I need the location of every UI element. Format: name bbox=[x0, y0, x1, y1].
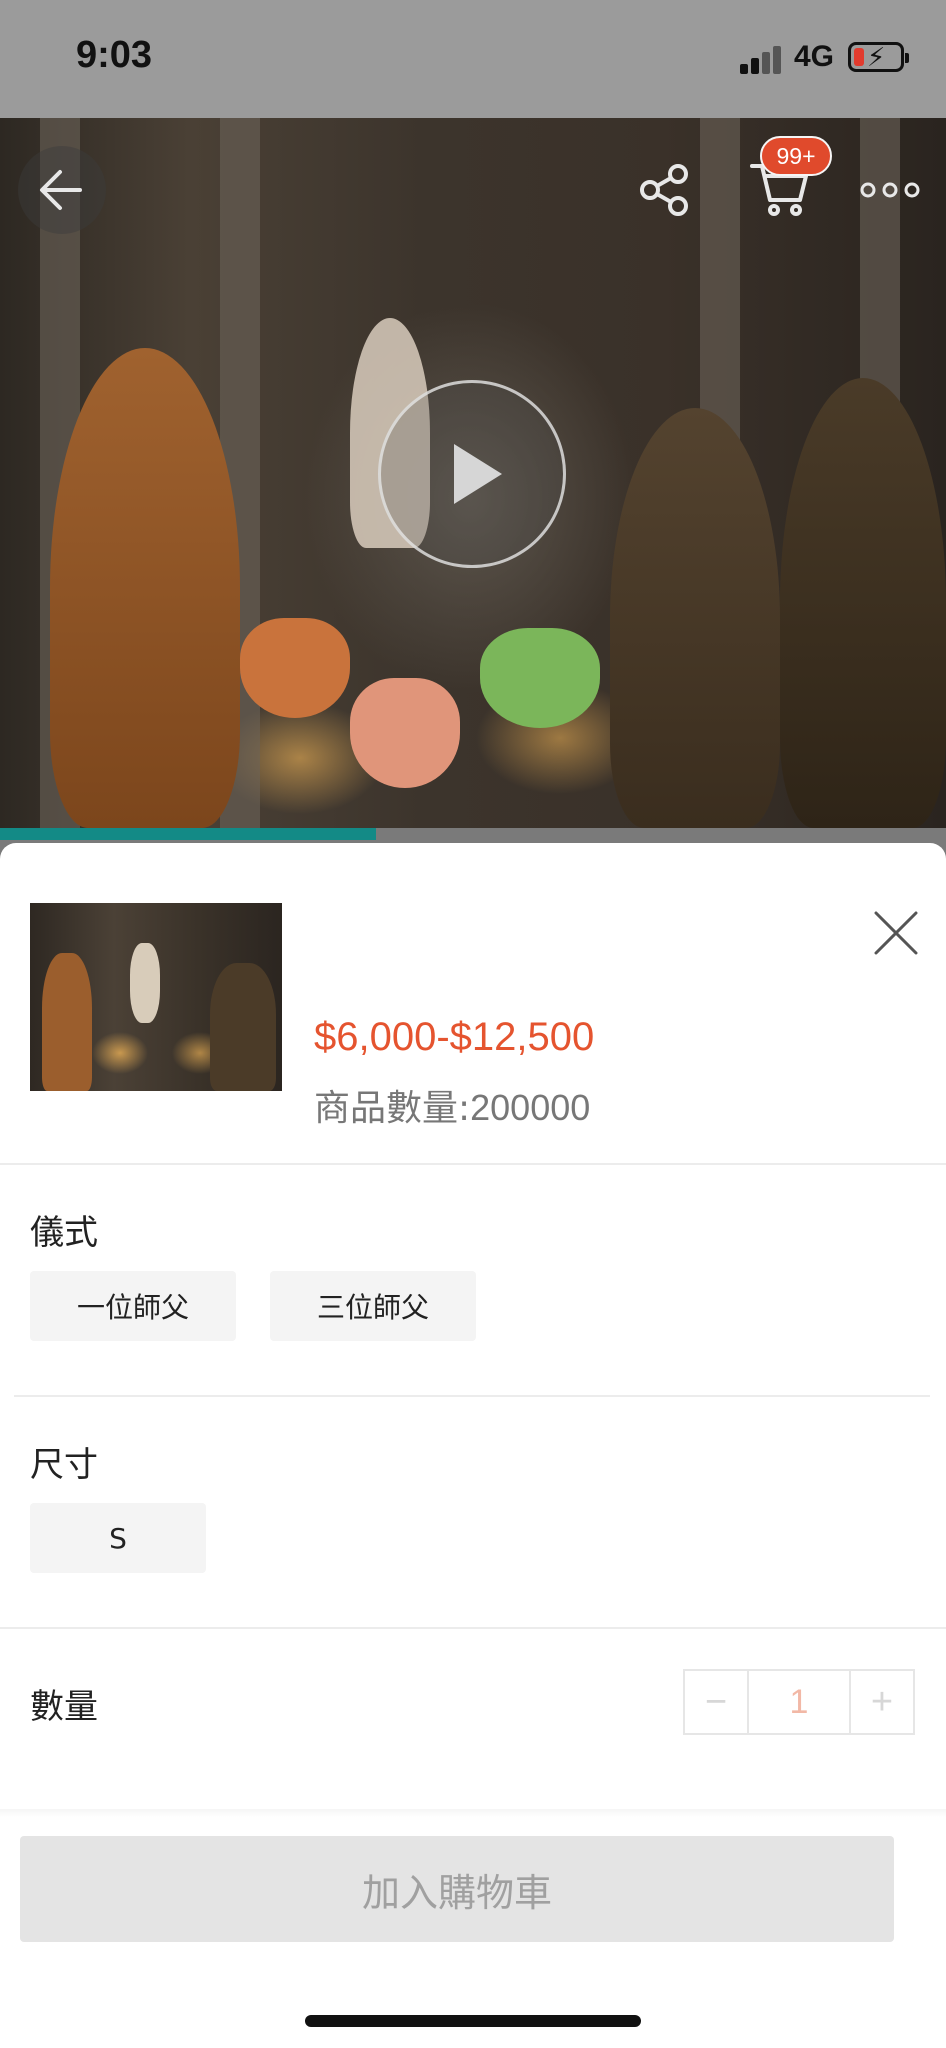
quantity-stepper: − 1 + bbox=[683, 1669, 915, 1735]
ritual-label: 儀式 bbox=[30, 1213, 98, 1253]
divider bbox=[14, 1395, 930, 1397]
price-range: $6,000-$12,500 bbox=[314, 1015, 595, 1059]
share-icon bbox=[640, 164, 688, 216]
quantity-value[interactable]: 1 bbox=[747, 1671, 851, 1733]
more-icon bbox=[860, 182, 920, 198]
offering-basket bbox=[480, 628, 600, 728]
play-video-button[interactable] bbox=[378, 380, 566, 568]
person-figure bbox=[610, 408, 780, 828]
stock-quantity: 商品數量:200000 bbox=[314, 1079, 590, 1131]
stock-label: 商品數量: bbox=[314, 1088, 471, 1129]
battery-level bbox=[854, 48, 864, 66]
size-label: 尺寸 bbox=[30, 1445, 98, 1485]
footer-divider bbox=[0, 1809, 946, 1817]
back-button[interactable] bbox=[18, 146, 106, 234]
signal-icon bbox=[740, 44, 784, 74]
decrement-button[interactable]: − bbox=[685, 1671, 747, 1733]
monk-figure bbox=[50, 348, 240, 828]
person-figure bbox=[780, 378, 946, 828]
quantity-label: 數量 bbox=[30, 1687, 98, 1727]
more-button[interactable] bbox=[846, 146, 934, 234]
media-pager-strip bbox=[0, 828, 376, 840]
home-indicator[interactable] bbox=[305, 2015, 641, 2027]
charging-icon: ⚡ bbox=[867, 43, 886, 73]
variant-selector-sheet: $6,000-$12,500 商品數量:200000 儀式 一位師父 三位師父 … bbox=[0, 843, 946, 2048]
divider bbox=[0, 1627, 946, 1629]
cart-count-badge: 99+ bbox=[760, 136, 832, 176]
battery-icon: ⚡ bbox=[848, 42, 909, 73]
network-type: 4G bbox=[794, 40, 835, 73]
close-icon bbox=[874, 911, 918, 955]
stock-value: 200000 bbox=[470, 1087, 591, 1128]
share-button[interactable] bbox=[620, 146, 708, 234]
play-icon bbox=[454, 444, 502, 504]
increment-button[interactable]: + bbox=[851, 1671, 913, 1733]
status-bar: 9:03 4G ⚡ bbox=[0, 0, 946, 118]
status-time: 9:03 bbox=[76, 34, 153, 76]
close-button[interactable] bbox=[866, 903, 926, 963]
option-one-monk[interactable]: 一位師父 bbox=[30, 1271, 236, 1341]
offering-basket bbox=[240, 618, 350, 718]
divider bbox=[0, 1163, 946, 1165]
option-size-s[interactable]: S bbox=[30, 1503, 206, 1573]
add-to-cart-button[interactable]: 加入購物車 bbox=[20, 1836, 894, 1942]
offering-plate bbox=[350, 678, 460, 788]
product-thumbnail bbox=[30, 903, 282, 1091]
option-three-monks[interactable]: 三位師父 bbox=[270, 1271, 476, 1341]
back-arrow-icon bbox=[40, 170, 82, 210]
